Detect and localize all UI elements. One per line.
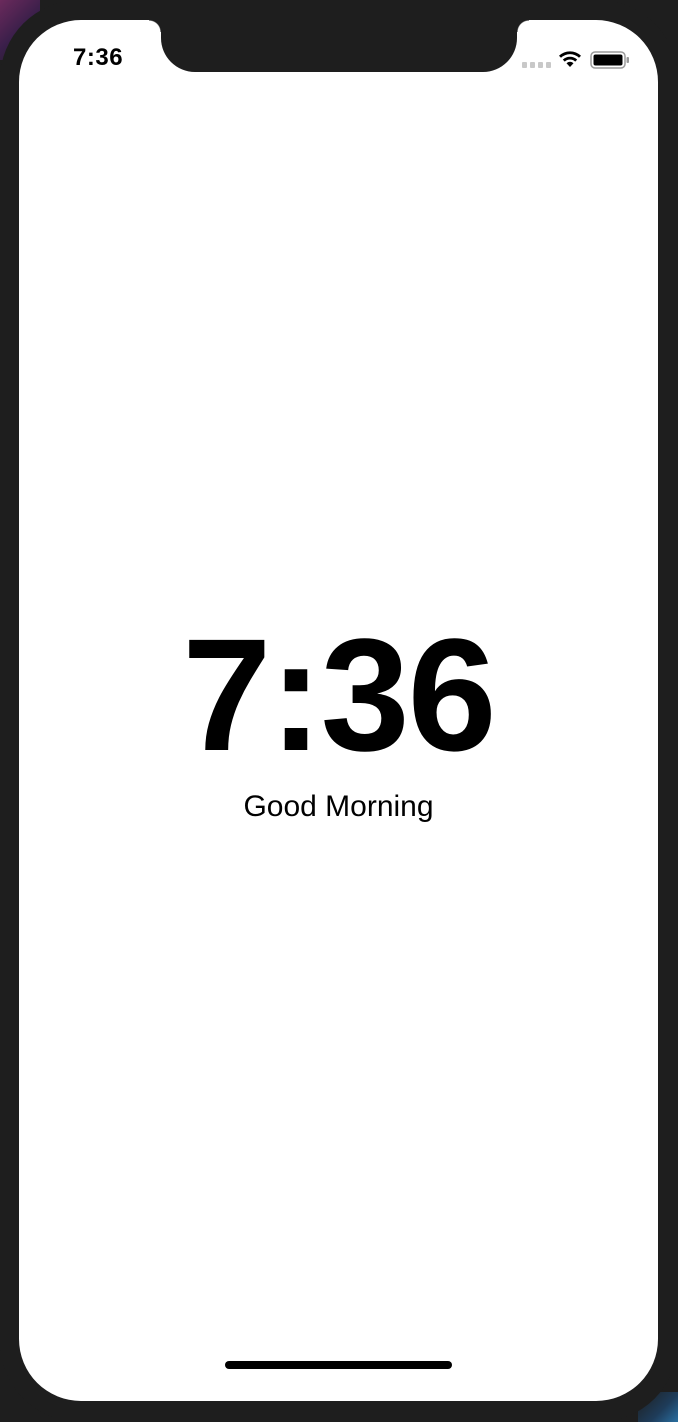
notch bbox=[149, 20, 529, 72]
device-frame: 7:36 7:36 Good Morning bbox=[0, 0, 678, 1422]
greeting-label: Good Morning bbox=[243, 790, 434, 823]
status-bar-time: 7:36 bbox=[73, 44, 124, 71]
clock-display: 7:36 bbox=[182, 605, 496, 784]
battery-icon bbox=[590, 51, 629, 69]
home-indicator[interactable] bbox=[225, 1361, 452, 1369]
clock-section: 7:36 Good Morning bbox=[19, 605, 658, 824]
wifi-icon bbox=[559, 51, 581, 67]
screen: 7:36 7:36 Good Morning bbox=[19, 20, 658, 1401]
cellular-signal-icon bbox=[522, 62, 551, 68]
